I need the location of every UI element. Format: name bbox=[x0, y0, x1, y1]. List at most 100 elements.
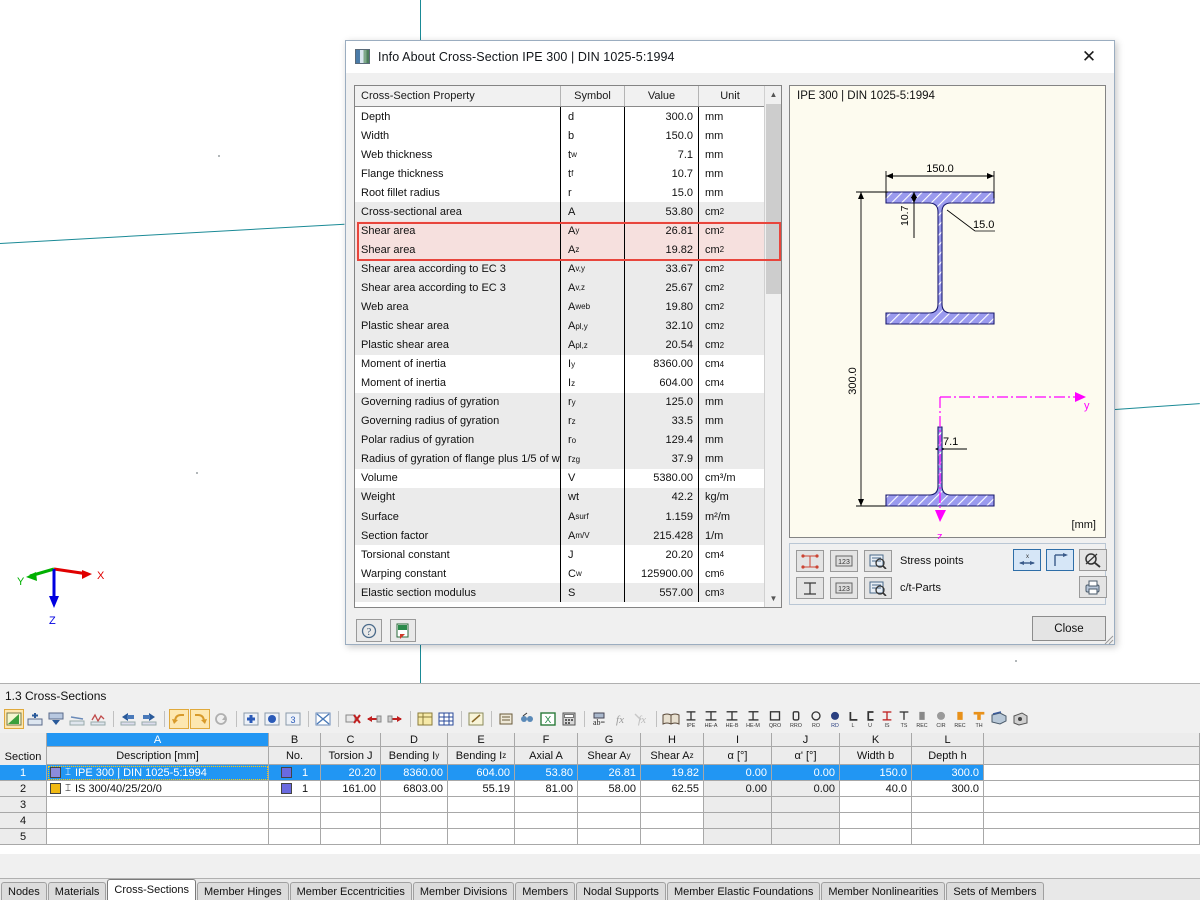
cell-iz[interactable] bbox=[448, 797, 515, 813]
stress-points-numbers-icon[interactable]: 123 bbox=[830, 550, 858, 572]
sort-rows-icon[interactable] bbox=[67, 709, 87, 729]
cell-depth[interactable] bbox=[912, 797, 984, 813]
table-tabs[interactable]: NodesMaterialsCross-SectionsMember Hinge… bbox=[0, 878, 1200, 900]
cell-description[interactable]: ⌶IS 300/40/25/20/0 bbox=[47, 781, 269, 797]
section-qro-icon[interactable]: QRO bbox=[765, 709, 785, 729]
tab-cross-sections[interactable]: Cross-Sections bbox=[107, 879, 196, 900]
drawing-toolbar[interactable]: 123 Stress points 123 c/t-Parts x bbox=[789, 543, 1106, 605]
cell-axial[interactable] bbox=[515, 813, 578, 829]
stress-points-details-icon[interactable] bbox=[864, 550, 892, 572]
table-row[interactable]: 4 bbox=[0, 813, 1200, 829]
property-row[interactable]: Moment of inertiaIz604.00cm4 bbox=[355, 374, 766, 393]
column-letter-a[interactable]: A bbox=[47, 733, 269, 747]
tab-member-nonlinearities[interactable]: Member Nonlinearities bbox=[821, 882, 945, 900]
cell-shz[interactable] bbox=[641, 813, 704, 829]
column-letter-b[interactable]: B bbox=[269, 733, 321, 747]
cell-shz[interactable] bbox=[641, 797, 704, 813]
library-icon[interactable] bbox=[661, 709, 681, 729]
property-row[interactable]: Web areaAweb19.80cm2 bbox=[355, 297, 766, 316]
cell-material-no[interactable] bbox=[269, 797, 321, 813]
cell-description[interactable] bbox=[47, 797, 269, 813]
cell-material-no[interactable]: 1 bbox=[269, 781, 321, 797]
refresh-icon[interactable] bbox=[211, 709, 231, 729]
delete-right-icon[interactable] bbox=[385, 709, 405, 729]
section-ipe-icon[interactable]: IPE bbox=[682, 709, 700, 729]
cell-shy[interactable] bbox=[578, 813, 641, 829]
tab-nodal-supports[interactable]: Nodal Supports bbox=[576, 882, 666, 900]
cell-shy[interactable]: 58.00 bbox=[578, 781, 641, 797]
cell-iy[interactable] bbox=[381, 829, 448, 845]
table-toolbar[interactable]: 3 X ab= fx fx IPE HE-A HE-B HE-M QRO RRO… bbox=[0, 706, 1200, 732]
cell-axial[interactable] bbox=[515, 829, 578, 845]
cell-iz[interactable]: 55.19 bbox=[448, 781, 515, 797]
previous-table-icon[interactable] bbox=[118, 709, 138, 729]
property-row[interactable]: Radius of gyration of flange plus 1/5 of… bbox=[355, 450, 766, 469]
insert-below-icon[interactable] bbox=[46, 709, 66, 729]
section-ts-icon[interactable]: TS bbox=[896, 709, 912, 729]
edit-comment-icon[interactable] bbox=[466, 709, 486, 729]
section-rec-orange-icon[interactable]: REC bbox=[951, 709, 969, 729]
section-ro-icon[interactable]: RO bbox=[807, 709, 825, 729]
cross-section-drawing-panel[interactable]: IPE 300 | DIN 1025-5:1994 150.0 bbox=[789, 85, 1106, 538]
cross-sections-spreadsheet[interactable]: ABCDEFGHIJKLSectionNo.Cross-SectionMater… bbox=[0, 733, 1200, 854]
table-row[interactable]: 1⌶IPE 300 | DIN 1025-5:1994120.208360.00… bbox=[0, 765, 1200, 781]
column-letter-f[interactable]: F bbox=[515, 733, 578, 747]
row-number[interactable]: 5 bbox=[0, 829, 47, 845]
cell-material-no[interactable] bbox=[269, 813, 321, 829]
table-view-yellow-icon[interactable] bbox=[415, 709, 435, 729]
cell-torsion[interactable] bbox=[321, 829, 381, 845]
show-dimensions-horizontal-icon[interactable]: x bbox=[1013, 549, 1041, 571]
scroll-up-icon[interactable]: ▲ bbox=[765, 86, 782, 103]
table-view-blue-icon[interactable] bbox=[436, 709, 456, 729]
delete-formula-icon[interactable]: fx bbox=[631, 709, 651, 729]
ct-parts-numbers-icon[interactable]: 123 bbox=[830, 577, 858, 599]
cell-axial[interactable]: 53.80 bbox=[515, 765, 578, 781]
delete-left-icon[interactable] bbox=[364, 709, 384, 729]
cell-alpha2[interactable]: 0.00 bbox=[772, 765, 840, 781]
cell-iy[interactable]: 8360.00 bbox=[381, 765, 448, 781]
cell-torsion[interactable]: 161.00 bbox=[321, 781, 381, 797]
table-row[interactable]: 2⌶IS 300/40/25/20/01161.006803.0055.1981… bbox=[0, 781, 1200, 797]
undo-icon[interactable] bbox=[169, 709, 189, 729]
column-letter-i[interactable]: I bbox=[704, 733, 772, 747]
cell-alpha[interactable]: 0.00 bbox=[704, 765, 772, 781]
cross-section-property-table[interactable]: Cross-Section Property Symbol Value Unit… bbox=[354, 85, 782, 608]
section-l-icon[interactable]: L bbox=[845, 709, 861, 729]
cell-iy[interactable]: 6803.00 bbox=[381, 781, 448, 797]
tab-members[interactable]: Members bbox=[515, 882, 575, 900]
column-letter-l[interactable]: L bbox=[912, 733, 984, 747]
resize-grip-icon[interactable] bbox=[1102, 633, 1114, 645]
cell-torsion[interactable]: 20.20 bbox=[321, 765, 381, 781]
cell-width[interactable]: 40.0 bbox=[840, 781, 912, 797]
property-row[interactable]: Plastic shear areaApl,y32.10cm2 bbox=[355, 317, 766, 336]
ct-parts-toggle-icon[interactable] bbox=[796, 577, 824, 599]
cell-depth[interactable]: 300.0 bbox=[912, 765, 984, 781]
section-heb-icon[interactable]: HE-B bbox=[722, 709, 742, 729]
cell-description[interactable] bbox=[47, 813, 269, 829]
cell-shy[interactable] bbox=[578, 797, 641, 813]
next-table-icon[interactable] bbox=[139, 709, 159, 729]
property-row[interactable]: Shear area according to EC 3Av,z25.67cm2 bbox=[355, 278, 766, 297]
cell-iz[interactable] bbox=[448, 829, 515, 845]
cell-width[interactable] bbox=[840, 829, 912, 845]
scroll-down-icon[interactable]: ▼ bbox=[765, 590, 782, 607]
cell-width[interactable] bbox=[840, 797, 912, 813]
property-row[interactable]: Depthd300.0mm bbox=[355, 107, 766, 126]
scrollbar-thumb[interactable] bbox=[766, 104, 781, 294]
cell-iz[interactable]: 604.00 bbox=[448, 765, 515, 781]
tab-member-hinges[interactable]: Member Hinges bbox=[197, 882, 289, 900]
ct-parts-details-icon[interactable] bbox=[864, 577, 892, 599]
renumber-icon[interactable]: 3 bbox=[283, 709, 303, 729]
row-number[interactable]: 3 bbox=[0, 797, 47, 813]
cell-description[interactable] bbox=[47, 829, 269, 845]
cell-depth[interactable]: 300.0 bbox=[912, 781, 984, 797]
property-row[interactable]: Polar radius of gyrationro129.4mm bbox=[355, 431, 766, 450]
cell-depth[interactable] bbox=[912, 829, 984, 845]
column-letter-h[interactable]: H bbox=[641, 733, 704, 747]
row-number[interactable]: 2 bbox=[0, 781, 47, 797]
clear-table-icon[interactable] bbox=[313, 709, 333, 729]
tab-nodes[interactable]: Nodes bbox=[1, 882, 47, 900]
column-letter-c[interactable]: C bbox=[321, 733, 381, 747]
property-row[interactable]: VolumeV5380.00cm³/m bbox=[355, 469, 766, 488]
calculator-icon[interactable] bbox=[559, 709, 579, 729]
